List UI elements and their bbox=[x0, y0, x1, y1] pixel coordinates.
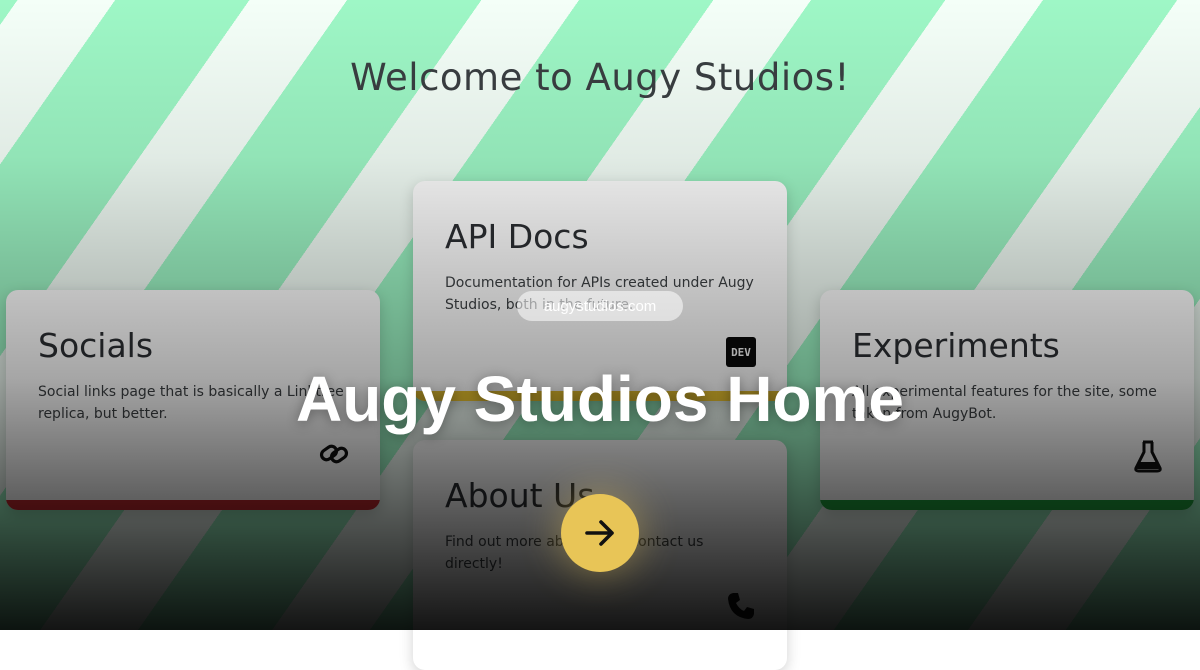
phone-icon bbox=[725, 590, 757, 622]
link-icon bbox=[318, 438, 350, 470]
go-button[interactable] bbox=[561, 494, 639, 572]
card-title: Experiments bbox=[852, 326, 1060, 365]
domain-label: augystudios.com bbox=[517, 291, 683, 321]
card-accent-bar bbox=[6, 500, 380, 510]
headline: Augy Studios Home bbox=[295, 363, 905, 435]
card-title: Socials bbox=[38, 326, 154, 365]
page-title: Welcome to Augy Studios! bbox=[350, 56, 850, 99]
flask-icon bbox=[1132, 440, 1164, 473]
card-title: API Docs bbox=[445, 217, 589, 256]
arrow-right-icon bbox=[585, 520, 614, 546]
card-accent-bar bbox=[820, 500, 1194, 510]
